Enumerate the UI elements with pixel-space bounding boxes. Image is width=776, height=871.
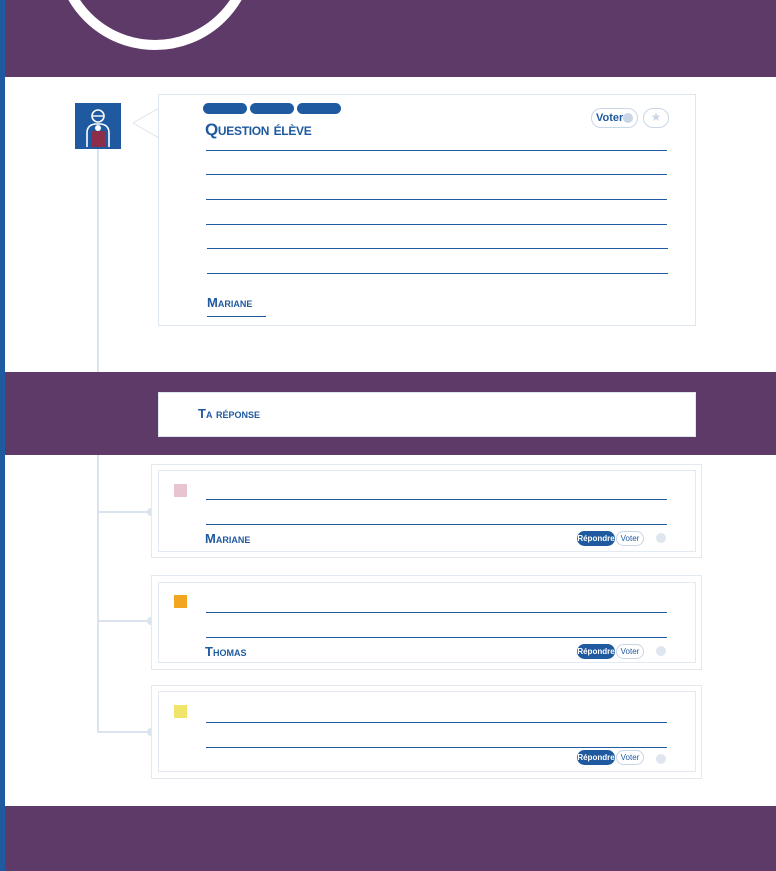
- status-dot: [656, 754, 666, 764]
- vote-button[interactable]: Voter: [616, 531, 644, 546]
- reply-line: [206, 612, 667, 613]
- answer-line: [207, 273, 668, 274]
- thread-branch: [97, 731, 151, 733]
- reply-color-swatch: [174, 705, 187, 718]
- vote-label: Voter: [596, 112, 624, 124]
- vote-button[interactable]: Voter: [616, 750, 644, 765]
- reply-author: Mariane: [205, 531, 251, 546]
- vote-button[interactable]: Voter: [616, 644, 644, 659]
- question-author: Mariane: [207, 295, 253, 310]
- answer-line: [207, 248, 668, 249]
- status-dot: [656, 533, 666, 543]
- reply-line: [206, 747, 667, 748]
- student-avatar-icon: [75, 103, 121, 149]
- toggle-knob: [623, 113, 633, 123]
- reply-color-swatch: [174, 484, 187, 497]
- answer-line: [206, 150, 667, 151]
- star-icon[interactable]: ★: [643, 108, 669, 128]
- thread-branch: [97, 511, 151, 513]
- reply-button[interactable]: Répondre: [577, 750, 615, 765]
- thread-line: [97, 149, 99, 372]
- speech-pointer: [133, 108, 159, 138]
- tag-pill[interactable]: [203, 103, 247, 114]
- status-dot: [656, 646, 666, 656]
- reply-button[interactable]: Répondre: [577, 531, 615, 546]
- thread-branch: [97, 620, 151, 622]
- vote-toggle[interactable]: Voter: [591, 108, 638, 128]
- author-underline: [207, 316, 266, 317]
- reply-button[interactable]: Répondre: [577, 644, 615, 659]
- answer-line: [206, 224, 667, 225]
- reply-line: [206, 524, 667, 525]
- reply-color-swatch: [174, 595, 187, 608]
- reply-card-inner: [158, 691, 696, 772]
- reply-line: [206, 499, 667, 500]
- tag-pill[interactable]: [250, 103, 294, 114]
- answer-line: [206, 199, 667, 200]
- thread-line: [97, 455, 99, 732]
- reply-line: [206, 722, 667, 723]
- footer-band: [5, 806, 776, 871]
- answer-placeholder: Ta réponse: [198, 406, 261, 421]
- question-title: Question élève: [205, 120, 312, 139]
- tag-pill[interactable]: [297, 103, 341, 114]
- answer-line: [206, 174, 667, 175]
- reply-author: Thomas: [205, 644, 247, 659]
- reply-line: [206, 637, 667, 638]
- tag-pills: [203, 103, 341, 114]
